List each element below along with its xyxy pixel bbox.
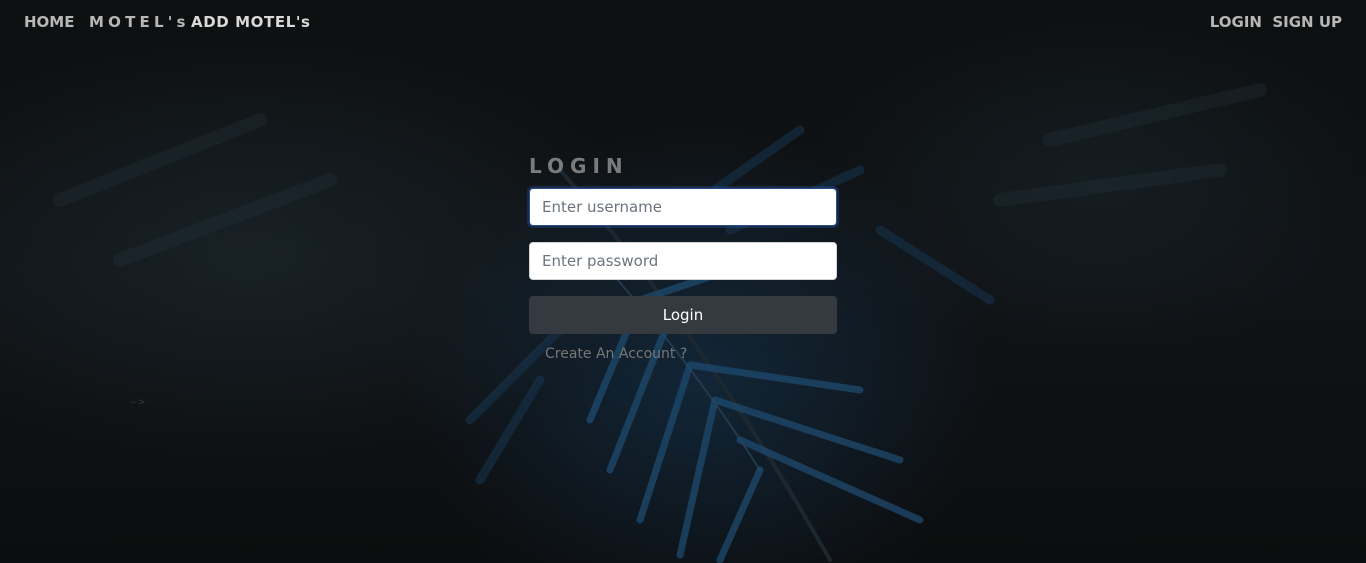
- password-input[interactable]: [529, 242, 837, 280]
- page: HOME MOTEL's ADD MOTEL's LOGIN SIGN UP L…: [0, 0, 1366, 563]
- top-navbar: HOME MOTEL's ADD MOTEL's LOGIN SIGN UP: [0, 0, 1366, 44]
- nav-login-link[interactable]: LOGIN: [1210, 13, 1262, 31]
- nav-motels-link[interactable]: MOTEL's: [89, 13, 190, 31]
- stray-comment-text: -->: [130, 397, 146, 408]
- username-input[interactable]: [529, 188, 837, 226]
- nav-signup-link[interactable]: SIGN UP: [1272, 13, 1342, 31]
- nav-home-link[interactable]: HOME: [24, 13, 74, 31]
- nav-add-motels-link[interactable]: ADD MOTEL's: [191, 13, 311, 31]
- login-button[interactable]: Login: [529, 296, 837, 334]
- create-account-link[interactable]: Create An Account ?: [545, 346, 837, 362]
- login-form: LOGIN Login Create An Account ?: [529, 154, 837, 362]
- login-title: LOGIN: [529, 154, 629, 178]
